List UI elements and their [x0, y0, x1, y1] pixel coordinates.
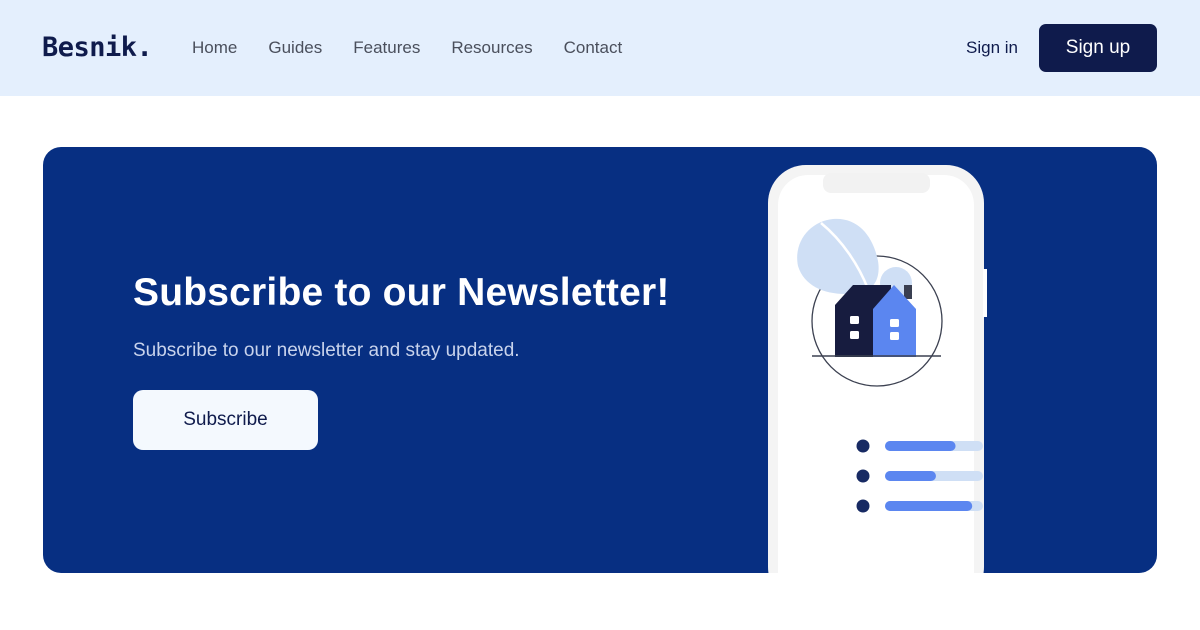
list-bullet: [856, 469, 870, 483]
nav-link-features[interactable]: Features: [353, 36, 420, 60]
list-bar-fill: [885, 441, 956, 451]
newsletter-subtext: Subscribe to our newsletter and stay upd…: [133, 340, 520, 361]
sign-up-button[interactable]: Sign up: [1039, 24, 1157, 72]
newsletter-banner: Subscribe to our Newsletter! Subscribe t…: [43, 147, 1157, 573]
nav-link-contact[interactable]: Contact: [564, 36, 623, 60]
nav-link-home[interactable]: Home: [192, 36, 237, 60]
list-bullet: [856, 499, 870, 513]
primary-nav: Home Guides Features Resources Contact: [192, 36, 622, 60]
list-bar-fill: [885, 471, 936, 481]
top-navbar: Besnik. Home Guides Features Resources C…: [0, 0, 1200, 96]
nav-link-guides[interactable]: Guides: [268, 36, 322, 60]
sign-in-link[interactable]: Sign in: [966, 36, 1018, 60]
newsletter-headline: Subscribe to our Newsletter!: [133, 271, 670, 314]
phone-side-button: [983, 269, 987, 317]
nav-link-resources[interactable]: Resources: [451, 36, 532, 60]
list-bullet: [856, 439, 870, 453]
list-bar-fill: [885, 501, 973, 511]
subscribe-button[interactable]: Subscribe: [133, 390, 318, 450]
brand-logo[interactable]: Besnik.: [42, 30, 153, 66]
phone-notch: [823, 173, 930, 193]
phone-illustration: [768, 165, 987, 573]
